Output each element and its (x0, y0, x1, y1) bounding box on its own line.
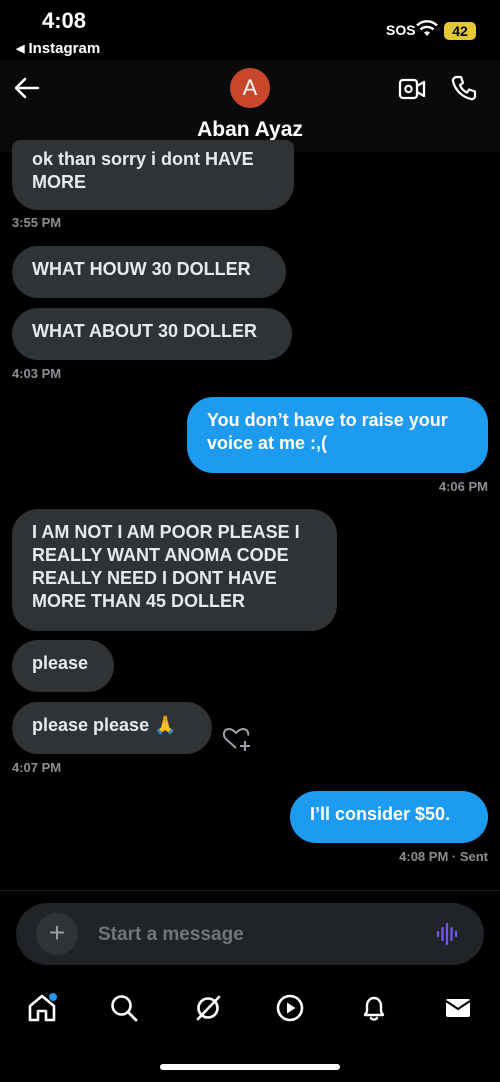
bell-icon (363, 996, 385, 1021)
message-outgoing[interactable]: I’ll consider $50. (290, 791, 488, 843)
message-timestamp: 4:08 PM · Sent (399, 849, 488, 864)
message-timestamp: 4:07 PM (12, 760, 62, 775)
message-outgoing[interactable]: You don’t have to raise your voice at me… (187, 397, 488, 473)
message-incoming[interactable]: ok than sorry i dont HAVE MORE (12, 140, 294, 210)
tab-messages[interactable] (438, 988, 478, 1028)
home-icon (28, 993, 57, 1022)
play-icon (276, 994, 304, 1022)
message-incoming[interactable]: WHAT ABOUT 30 DOLLER (12, 308, 292, 360)
heart-plus-icon[interactable] (222, 726, 252, 752)
home-indicator (160, 1064, 340, 1070)
mail-icon (445, 999, 471, 1017)
back-to-app-link[interactable]: ◀ Instagram (16, 40, 100, 57)
tab-video[interactable] (270, 988, 310, 1028)
wifi-icon (416, 20, 438, 36)
battery-indicator: 42 (444, 22, 476, 40)
message-timestamp: 4:06 PM (438, 479, 488, 494)
contact-name[interactable]: Aban Ayaz (0, 118, 500, 142)
status-time: 4:08 (42, 8, 87, 33)
tab-grok[interactable] (188, 988, 228, 1028)
video-call-icon[interactable] (398, 76, 426, 102)
back-app-label: Instagram (28, 40, 101, 57)
message-incoming[interactable]: I AM NOT I AM POOR PLEASE I REALLY WANT … (12, 509, 337, 631)
add-media-button[interactable]: + (36, 913, 78, 955)
message-timestamp: 3:55 PM (12, 215, 62, 230)
back-triangle-icon: ◀ (16, 43, 25, 55)
tab-search[interactable] (104, 988, 144, 1028)
phone-icon[interactable] (450, 74, 478, 102)
search-icon (111, 995, 138, 1022)
message-incoming[interactable]: please (12, 640, 114, 692)
tab-notifications[interactable] (354, 988, 394, 1028)
message-timestamp: 4:03 PM (12, 366, 62, 381)
message-input[interactable] (96, 918, 400, 952)
voice-wave-icon[interactable] (436, 922, 460, 946)
message-incoming[interactable]: WHAT HOUW 30 DOLLER (12, 246, 286, 298)
avatar[interactable]: A (230, 68, 270, 108)
grok-icon (196, 995, 221, 1021)
tab-home[interactable] (22, 988, 62, 1028)
divider (0, 890, 500, 891)
arrow-left-icon[interactable] (14, 76, 40, 100)
sos-indicator: SOS (386, 22, 416, 38)
message-incoming[interactable]: please please 🙏 (12, 702, 212, 754)
